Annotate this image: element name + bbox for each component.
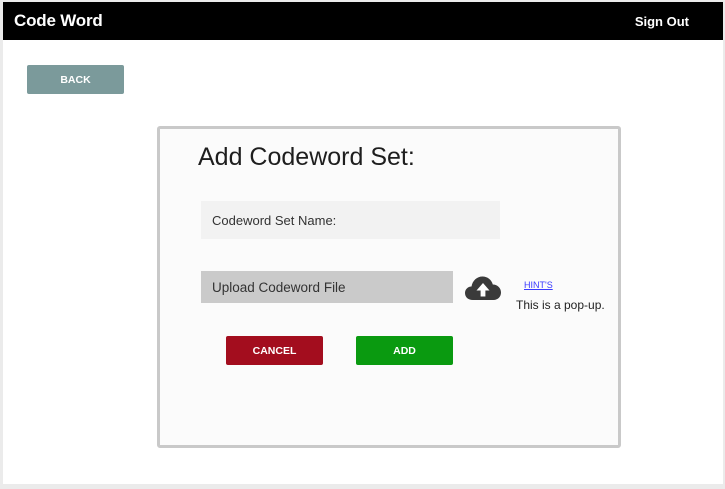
hint-popup-text: This is a pop-up.: [516, 298, 605, 312]
sign-out-link[interactable]: Sign Out: [635, 14, 689, 29]
top-bar: Code Word Sign Out: [3, 2, 723, 40]
codeword-set-name-input[interactable]: [201, 201, 500, 239]
app-window: Code Word Sign Out BACK Add Codeword Set…: [3, 2, 723, 484]
cloud-upload-icon[interactable]: [464, 273, 502, 303]
upload-codeword-file-field[interactable]: Upload Codeword File: [201, 271, 453, 303]
app-title: Code Word: [14, 11, 103, 30]
add-button[interactable]: ADD: [356, 336, 453, 365]
cancel-button[interactable]: CANCEL: [226, 336, 323, 365]
page-title: Add Codeword Set:: [198, 143, 415, 171]
add-codeword-set-card: Add Codeword Set: Upload Codeword File H…: [157, 126, 621, 448]
hints-link[interactable]: HINT'S: [524, 280, 553, 290]
back-button[interactable]: BACK: [27, 65, 124, 94]
